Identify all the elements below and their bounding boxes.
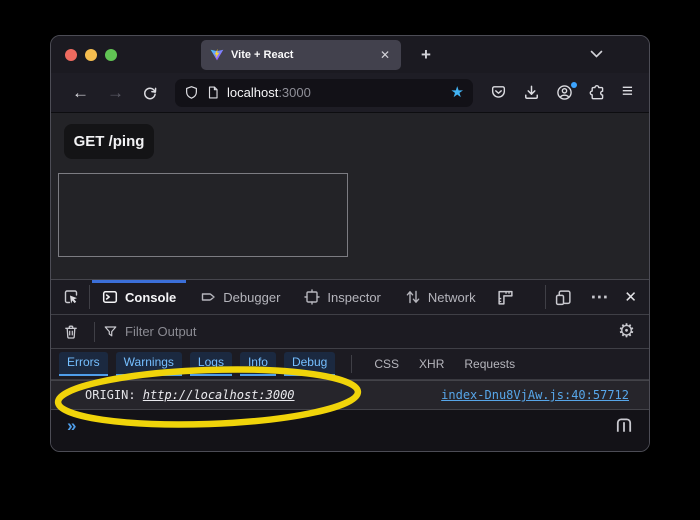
- devtools-panel: Console Debugger Inspector Network ⋯ ✕ F…: [51, 279, 649, 451]
- filter-errors[interactable]: Errors: [59, 352, 108, 376]
- clear-console-button[interactable]: [61, 324, 88, 340]
- minimize-window-button[interactable]: [85, 48, 97, 61]
- responsive-mode-icon: [556, 289, 572, 305]
- tab-title: Vite + React: [231, 48, 294, 61]
- filter-css[interactable]: CSS: [368, 353, 405, 375]
- traffic-lights: [51, 48, 129, 61]
- responsive-mode-button[interactable]: [546, 280, 581, 314]
- console-tab-icon: [102, 290, 118, 304]
- navbar-actions: ≡: [486, 81, 637, 104]
- devtools-close-button[interactable]: ✕: [617, 280, 649, 314]
- rulers-button[interactable]: [488, 280, 523, 314]
- console-output: ORIGIN: http://localhost:3000 index-Dnu8…: [51, 380, 649, 451]
- element-picker-button[interactable]: [51, 280, 89, 314]
- bookmark-star-icon[interactable]: ★: [451, 85, 464, 100]
- url-host: localhost: [227, 85, 279, 100]
- account-icon: [557, 85, 572, 100]
- url-text: localhost:3000: [227, 85, 444, 100]
- multiline-editor-button[interactable]: [615, 416, 633, 434]
- inspector-tab-icon: [304, 289, 321, 305]
- page-content: GET /ping: [51, 113, 649, 279]
- close-window-button[interactable]: [65, 48, 77, 61]
- new-tab-button[interactable]: +: [415, 43, 437, 67]
- console-input-row[interactable]: »: [51, 410, 649, 440]
- devtools-tab-network[interactable]: Network: [393, 280, 488, 314]
- download-icon: [524, 85, 538, 99]
- devtools-tab-inspector[interactable]: Inspector: [292, 280, 392, 314]
- devtools-tab-label: Inspector: [327, 289, 381, 305]
- downloads-button[interactable]: [519, 81, 544, 104]
- console-prompt-icon: »: [67, 415, 77, 435]
- puzzle-icon: [589, 85, 604, 100]
- console-filter-bar: ⚙: [51, 315, 649, 349]
- multiline-editor-icon: [616, 418, 632, 432]
- navigation-bar: ← → localhost:3000 ★ ≡: [51, 73, 649, 113]
- pocket-button[interactable]: [486, 81, 511, 104]
- vite-favicon-icon: [210, 48, 224, 60]
- menu-button[interactable]: ≡: [618, 82, 637, 103]
- trash-icon: [65, 325, 77, 339]
- filter-group-divider: [351, 355, 353, 373]
- devtools-toolbar-right: ⋯ ✕: [545, 280, 649, 314]
- screen: Vite + React ✕ + ← → localhost:3000 ★ ≡ …: [0, 0, 700, 520]
- tab-close-icon[interactable]: ✕: [378, 47, 392, 63]
- zoom-window-button[interactable]: [105, 48, 117, 61]
- chevron-down-icon: [590, 50, 603, 58]
- page-info-icon[interactable]: [206, 85, 220, 100]
- filter-debug[interactable]: Debug: [283, 352, 336, 376]
- reload-icon: [144, 87, 157, 99]
- output-box: [58, 173, 348, 257]
- filter-requests[interactable]: Requests: [458, 353, 521, 375]
- console-settings-button[interactable]: ⚙: [614, 322, 639, 341]
- devtools-tab-debugger[interactable]: Debugger: [188, 280, 292, 314]
- back-button[interactable]: ←: [63, 84, 98, 101]
- devtools-tab-label: Network: [427, 289, 476, 305]
- element-picker-icon: [64, 290, 78, 304]
- filter-divider: [94, 321, 95, 342]
- browser-tab[interactable]: Vite + React ✕: [201, 39, 401, 70]
- get-ping-button[interactable]: GET /ping: [64, 124, 154, 159]
- devtools-tab-label: Console: [125, 289, 177, 305]
- devtools-more-button[interactable]: ⋯: [581, 280, 617, 314]
- browser-window: Vite + React ✕ + ← → localhost:3000 ★ ≡ …: [50, 35, 650, 452]
- account-notification-dot: [570, 82, 577, 88]
- filter-logs[interactable]: Logs: [189, 352, 232, 376]
- filter-info[interactable]: Info: [239, 352, 276, 376]
- forward-button: →: [107, 83, 124, 102]
- console-message-text: ORIGIN:: [85, 388, 143, 402]
- funnel-icon: [104, 326, 117, 337]
- filter-xhr[interactable]: XHR: [413, 353, 450, 375]
- pocket-icon: [491, 86, 505, 98]
- console-source-link[interactable]: index-Dnu8VjAw.js:40:57712: [441, 388, 629, 402]
- network-tab-icon: [406, 290, 420, 304]
- devtools-tab-label: Debugger: [223, 289, 281, 305]
- debugger-tab-icon: [202, 293, 215, 301]
- console-message-url-link[interactable]: http://localhost:3000: [143, 388, 295, 402]
- console-filter-toggles: Errors Warnings Logs Info Debug CSS XHR …: [51, 349, 649, 380]
- titlebar: Vite + React ✕ +: [51, 36, 649, 73]
- url-bar[interactable]: localhost:3000 ★: [175, 78, 473, 107]
- reload-button[interactable]: [133, 85, 167, 101]
- account-button[interactable]: [552, 81, 577, 104]
- tab-overflow-button[interactable]: [590, 36, 603, 73]
- shield-icon: [186, 86, 197, 99]
- filter-output-input[interactable]: [125, 324, 614, 339]
- rulers-icon: [497, 290, 513, 305]
- extensions-button[interactable]: [585, 81, 610, 104]
- console-message-row: ORIGIN: http://localhost:3000 index-Dnu8…: [51, 380, 649, 410]
- url-port: :3000: [278, 85, 311, 100]
- devtools-tab-console[interactable]: Console: [90, 280, 188, 314]
- filter-warnings[interactable]: Warnings: [115, 352, 182, 376]
- devtools-toolbar: Console Debugger Inspector Network ⋯ ✕: [51, 280, 649, 315]
